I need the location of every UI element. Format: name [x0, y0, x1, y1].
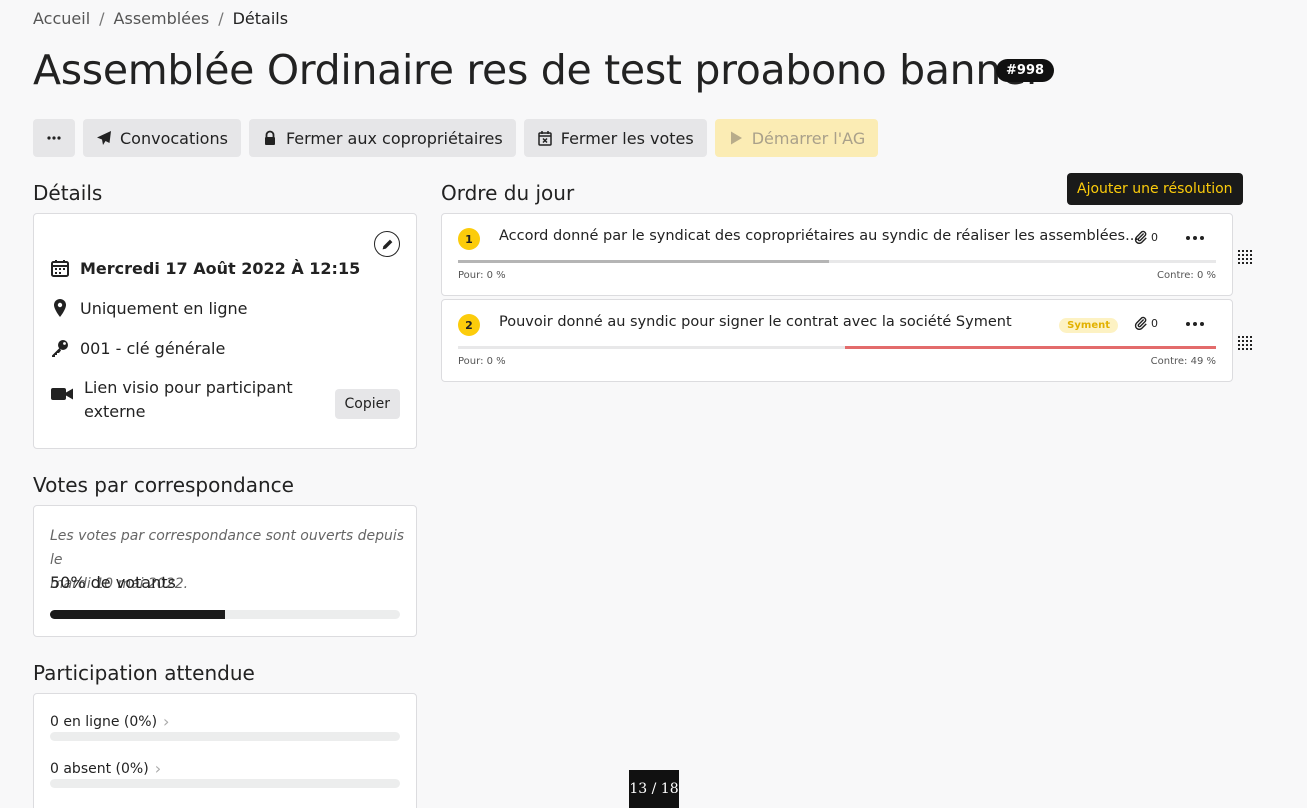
attachments-number: 0 — [1151, 316, 1158, 330]
key-row: 001 - clé générale — [50, 338, 225, 358]
page-counter: 13 / 18 — [629, 770, 679, 808]
close-owners-label: Fermer aux copropriétaires — [285, 128, 503, 148]
attachments-count[interactable]: 0 — [1134, 316, 1158, 330]
visio-text: Lien visio pour participant externe — [84, 376, 293, 424]
participation-online-bar — [50, 732, 400, 741]
vote-pour-fill — [458, 260, 830, 263]
participation-card: 0 en ligne (0%) › 0 absent (0%) › — [33, 693, 417, 808]
video-camera-icon — [51, 388, 73, 400]
paperclip-icon — [1134, 316, 1147, 330]
breadcrumb-separator: / — [99, 9, 105, 28]
resolution-more-button[interactable] — [1186, 322, 1204, 326]
vote-contre-fill — [844, 346, 1216, 349]
breadcrumb-home-link[interactable]: Accueil — [33, 9, 90, 28]
copy-link-button[interactable]: Copier — [334, 389, 400, 419]
meeting-date: Mercredi 17 Août 2022 À 12:15 — [80, 258, 361, 278]
id-badge: #998 — [996, 59, 1055, 82]
pencil-icon — [382, 239, 392, 249]
start-ag-label: Démarrer l'AG — [751, 128, 866, 148]
visio-row: Lien visio pour participant externe — [50, 376, 293, 424]
meeting-location: Uniquement en ligne — [80, 298, 248, 318]
correspondance-title: Votes par correspondance — [33, 473, 294, 497]
close-votes-button[interactable]: Fermer les votes — [523, 119, 707, 157]
resolution-tag: Syment — [1059, 318, 1118, 333]
drag-handle-icon[interactable] — [1238, 250, 1252, 264]
vote-pour-label: Pour: 0 % — [458, 356, 506, 367]
voters-percentage: 50% de votants — [50, 573, 176, 592]
breadcrumb: Accueil / Assemblées / Détails — [33, 9, 288, 28]
correspondance-info-line1: Les votes par correspondance sont ouvert… — [50, 528, 405, 568]
participation-absent-label: 0 absent (0%) — [50, 760, 149, 777]
attachments-count[interactable]: 0 — [1134, 230, 1158, 244]
vote-pour-label: Pour: 0 % — [458, 270, 506, 281]
close-votes-label: Fermer les votes — [560, 128, 694, 148]
add-resolution-button[interactable]: Ajouter une résolution — [1067, 173, 1243, 205]
resolution-title: Accord donné par le syndicat des copropr… — [499, 228, 1139, 244]
resolution-number: 2 — [458, 314, 480, 336]
location-row: Uniquement en ligne — [50, 298, 247, 318]
paperclip-icon — [1134, 230, 1147, 244]
calendar-x-icon — [537, 131, 552, 146]
more-actions-button[interactable] — [33, 119, 75, 157]
breadcrumb-separator: / — [218, 9, 224, 28]
agenda-item[interactable]: 1 Accord donné par le syndicat des copro… — [441, 213, 1233, 296]
participation-online-label: 0 en ligne (0%) — [50, 713, 158, 730]
resolution-more-button[interactable] — [1186, 236, 1204, 240]
vote-contre-label: Contre: 0 % — [1157, 270, 1216, 281]
vote-result-bar — [458, 346, 1216, 349]
drag-handle-icon[interactable] — [1238, 336, 1252, 350]
resolution-number: 1 — [458, 228, 480, 250]
page-title: Assemblée Ordinaire res de test proabono… — [33, 46, 1043, 94]
resolution-title: Pouvoir donné au syndic pour signer le c… — [499, 314, 1012, 330]
start-ag-button[interactable]: Démarrer l'AG — [714, 119, 879, 157]
lock-icon — [264, 130, 275, 145]
ellipsis-icon — [47, 136, 61, 140]
close-owners-button[interactable]: Fermer aux copropriétaires — [248, 119, 516, 157]
map-pin-icon — [54, 299, 66, 317]
details-card: Mercredi 17 Août 2022 À 12:15 Uniquement… — [33, 213, 417, 449]
visio-label-line2: externe — [84, 402, 146, 421]
date-row: Mercredi 17 Août 2022 À 12:15 — [50, 258, 360, 278]
convocations-label: Convocations — [120, 128, 228, 148]
vote-result-bar — [458, 260, 1216, 263]
details-title: Détails — [33, 181, 103, 205]
key-label: 001 - clé générale — [80, 338, 226, 358]
correspondance-card: Les votes par correspondance sont ouvert… — [33, 505, 417, 637]
play-icon — [730, 131, 742, 145]
convocations-button[interactable]: Convocations — [83, 119, 241, 157]
breadcrumb-current: Détails — [232, 9, 289, 28]
edit-button[interactable] — [374, 231, 400, 257]
paper-plane-icon — [97, 131, 111, 145]
visio-label-line1: Lien visio pour participant — [84, 378, 293, 397]
agenda-title: Ordre du jour — [441, 181, 575, 205]
calendar-icon — [51, 260, 69, 277]
breadcrumb-assemblies-link[interactable]: Assemblées — [114, 9, 210, 28]
chevron-right-icon: › — [163, 712, 170, 731]
voters-progress-bar — [50, 610, 400, 619]
participation-absent-row[interactable]: 0 absent (0%) › — [50, 759, 161, 778]
chevron-right-icon: › — [154, 759, 162, 778]
participation-title: Participation attendue — [33, 661, 255, 685]
participation-online-row[interactable]: 0 en ligne (0%) › — [50, 712, 169, 731]
participation-absent-bar — [50, 779, 400, 788]
agenda-item[interactable]: 2 Pouvoir donné au syndic pour signer le… — [441, 299, 1233, 382]
attachments-number: 0 — [1151, 230, 1158, 244]
vote-contre-label: Contre: 49 % — [1150, 356, 1216, 367]
action-toolbar: Convocations Fermer aux copropriétaires … — [33, 119, 879, 157]
voters-progress-fill — [50, 610, 225, 619]
key-icon — [52, 340, 68, 357]
